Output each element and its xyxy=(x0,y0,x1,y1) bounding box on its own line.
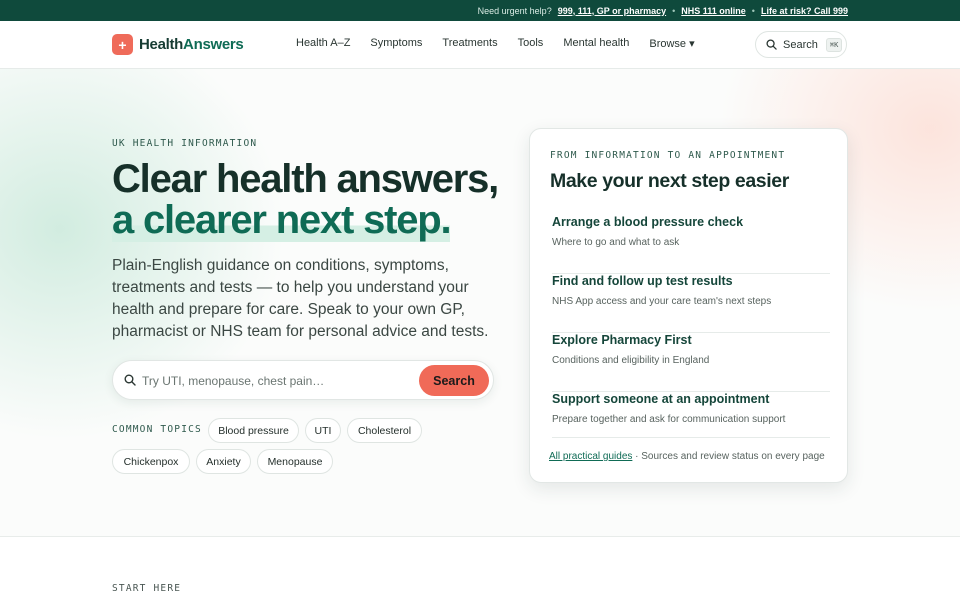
header-search-label: Search xyxy=(783,38,818,51)
hero-headline-highlight: a clearer next step. xyxy=(112,198,452,242)
step-title: Support someone at an appointment xyxy=(552,392,770,406)
keyboard-shortcut-badge: ⌘K xyxy=(825,37,843,52)
site-name: HealthAnswers xyxy=(139,36,244,53)
step-subtitle: Prepare together and ask for communicati… xyxy=(552,414,786,425)
step-title: Find and follow up test results xyxy=(552,274,733,288)
card-eyebrow: FROM INFORMATION TO AN APPOINTMENT xyxy=(550,150,786,161)
search-icon xyxy=(124,374,136,386)
step-title: Arrange a blood pressure check xyxy=(552,215,744,229)
hero-search-button[interactable]: Search xyxy=(419,365,489,396)
main-nav: Health A–Z Symptoms Treatments Tools Men… xyxy=(296,37,695,50)
nav-symptoms[interactable]: Symptoms xyxy=(370,37,422,50)
common-topics-label: COMMON TOPICS xyxy=(112,424,202,435)
all-guides-link[interactable]: All practical guides xyxy=(549,451,632,462)
hero-lede: Plain-English guidance on conditions, sy… xyxy=(112,257,489,340)
urgent-help-prompt: Need urgent help? xyxy=(477,5,552,16)
start-here-eyebrow: START HERE xyxy=(112,583,182,594)
card-title: Make your next step easier xyxy=(550,170,789,192)
urgent-help-bar: Need urgent help? 999, 111, GP or pharma… xyxy=(0,0,960,21)
nav-mental-health[interactable]: Mental health xyxy=(563,37,629,50)
search-icon xyxy=(766,39,777,50)
site-header: + HealthAnswers Health A–Z Symptoms Trea… xyxy=(0,21,960,69)
topic-chip-chickenpox[interactable]: Chickenpox xyxy=(112,449,190,474)
step-link-pharmacy-first[interactable]: Explore Pharmacy First Conditions and el… xyxy=(552,333,830,392)
site-logo[interactable]: + HealthAnswers xyxy=(112,34,244,55)
topic-chip-cholesterol[interactable]: Cholesterol xyxy=(347,418,422,443)
step-link-blood-pressure[interactable]: Arrange a blood pressure check Where to … xyxy=(552,215,830,274)
hero-headline-line2: a clearer next step. xyxy=(112,198,452,242)
step-link-test-results[interactable]: Find and follow up test results NHS App … xyxy=(552,274,830,333)
hero-section: UK HEALTH INFORMATION Clear health answe… xyxy=(0,69,960,537)
card-footer: All practical guides · Sources and revie… xyxy=(549,451,825,462)
step-title: Explore Pharmacy First xyxy=(552,333,692,347)
call-999-link[interactable]: Life at risk? Call 999 xyxy=(761,6,848,16)
nav-health-a-z[interactable]: Health A–Z xyxy=(296,37,350,50)
card-footer-text: · Sources and review status on every pag… xyxy=(632,451,825,462)
site-name-part1: Health xyxy=(139,36,184,53)
topic-chip-anxiety[interactable]: Anxiety xyxy=(196,449,251,474)
step-link-support-someone[interactable]: Support someone at an appointment Prepar… xyxy=(552,392,830,438)
hero-headline-line1: Clear health answers, xyxy=(112,157,499,201)
header-search-button[interactable]: Search ⌘K xyxy=(755,31,847,58)
separator: • xyxy=(672,5,676,16)
hero-search-input[interactable] xyxy=(142,371,412,391)
nav-tools[interactable]: Tools xyxy=(518,37,544,50)
topic-chip-blood-pressure[interactable]: Blood pressure xyxy=(208,418,299,443)
plus-logo-icon: + xyxy=(112,34,133,55)
nav-treatments[interactable]: Treatments xyxy=(442,37,497,50)
hero-eyebrow: UK HEALTH INFORMATION xyxy=(112,138,258,149)
site-name-part2: Answers xyxy=(183,36,244,53)
step-subtitle: Where to go and what to ask xyxy=(552,237,680,248)
urgent-help-link[interactable]: 999, 111, GP or pharmacy xyxy=(558,6,666,16)
topic-chip-menopause[interactable]: Menopause xyxy=(257,449,333,474)
nav-browse[interactable]: Browse ▾ xyxy=(649,37,694,50)
step-subtitle: NHS App access and your care team's next… xyxy=(552,296,772,307)
separator: • xyxy=(751,5,755,16)
next-step-card: FROM INFORMATION TO AN APPOINTMENT Make … xyxy=(529,128,848,483)
step-subtitle: Conditions and eligibility in England xyxy=(552,355,710,366)
topic-chip-uti[interactable]: UTI xyxy=(305,418,341,443)
hero-search-form: Search xyxy=(112,360,494,400)
nhs-111-link[interactable]: NHS 111 online xyxy=(681,6,746,16)
